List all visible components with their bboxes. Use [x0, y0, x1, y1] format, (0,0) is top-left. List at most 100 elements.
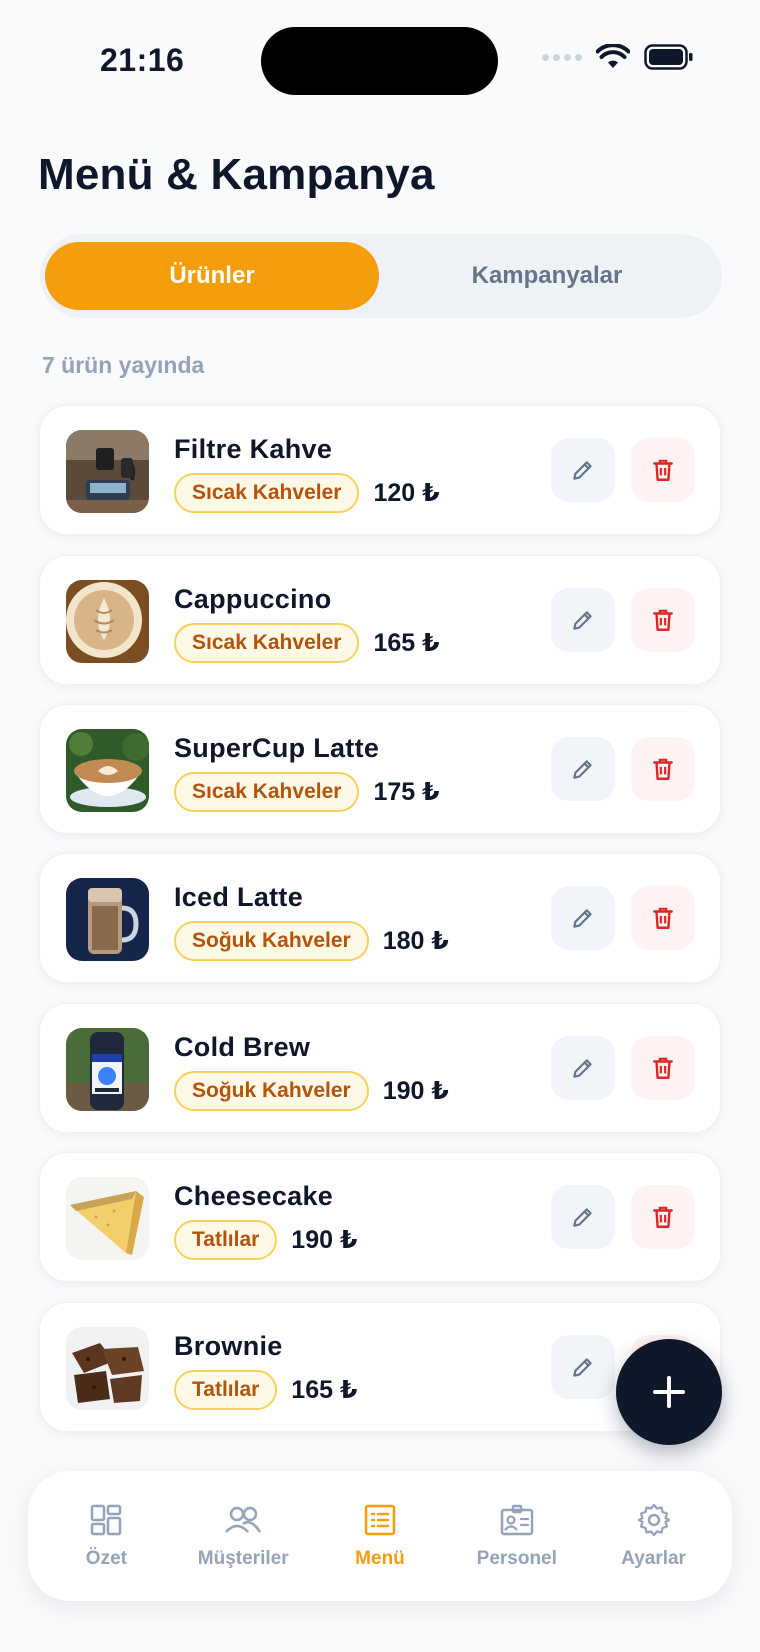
tab-label: Müşteriler [197, 1548, 289, 1569]
edit-button[interactable] [551, 1036, 615, 1100]
tab-products[interactable]: Ürünler [45, 242, 379, 310]
tab-overview[interactable]: Özet [41, 1502, 171, 1570]
delete-button[interactable] [631, 588, 695, 652]
pencil-icon [573, 909, 592, 928]
tab-menu[interactable]: Menü [315, 1502, 445, 1570]
iced-latte-photo-icon [66, 878, 149, 961]
category-badge: Soğuk Kahveler [174, 1071, 369, 1111]
product-card[interactable]: SuperCup Latte Sıcak Kahveler 175 ₺ [39, 704, 721, 834]
edit-button[interactable] [551, 1335, 615, 1399]
pencil-icon [573, 1208, 592, 1227]
trash-icon [653, 1057, 673, 1079]
dashboard-icon [91, 1504, 122, 1536]
cold-brew-photo-icon [66, 1028, 149, 1111]
trash-icon [653, 758, 673, 780]
product-card[interactable]: Iced Latte Soğuk Kahveler 180 ₺ [39, 853, 721, 983]
product-image [66, 729, 149, 812]
product-image [66, 1177, 149, 1260]
edit-button[interactable] [551, 1185, 615, 1249]
tab-staff[interactable]: Personel [452, 1502, 582, 1570]
category-badge: Soğuk Kahveler [174, 921, 369, 961]
status-icons [542, 44, 694, 70]
tab-settings[interactable]: Ayarlar [589, 1502, 719, 1570]
product-meta: Tatlılar 190 ₺ [174, 1220, 357, 1260]
add-product-button[interactable] [616, 1339, 722, 1445]
product-card[interactable]: Filtre Kahve Sıcak Kahveler 120 ₺ [39, 405, 721, 535]
pencil-icon [573, 760, 592, 779]
product-meta: Sıcak Kahveler 120 ₺ [174, 473, 440, 513]
category-badge: Sıcak Kahveler [174, 772, 360, 812]
pencil-icon [573, 611, 592, 630]
delete-button[interactable] [631, 1036, 695, 1100]
product-price: 165 ₺ [291, 1376, 358, 1404]
product-price: 190 ₺ [382, 1077, 449, 1105]
page-title: Menü & Kampanya [38, 150, 435, 199]
product-price: 175 ₺ [373, 778, 440, 806]
product-name: SuperCup Latte [174, 733, 380, 763]
users-icon [225, 1506, 262, 1533]
filter-coffee-photo-icon [66, 430, 149, 513]
product-meta: Sıcak Kahveler 165 ₺ [174, 623, 440, 663]
product-price: 120 ₺ [373, 479, 440, 507]
product-meta: Sıcak Kahveler 175 ₺ [174, 772, 440, 812]
product-price: 190 ₺ [291, 1226, 358, 1254]
menu-list-icon [364, 1504, 396, 1536]
product-meta: Tatlılar 165 ₺ [174, 1370, 357, 1410]
tab-campaigns[interactable]: Kampanyalar [380, 242, 714, 310]
delete-button[interactable] [631, 886, 695, 950]
tab-label: Ayarlar [621, 1548, 686, 1569]
trash-icon [653, 459, 673, 481]
pencil-icon [573, 461, 592, 480]
status-bar: 21:16 [0, 0, 760, 120]
tab-customers[interactable]: Müşteriler [178, 1502, 308, 1570]
product-name: Cold Brew [174, 1032, 311, 1062]
product-card[interactable]: Cold Brew Soğuk Kahveler 190 ₺ [39, 1003, 721, 1133]
bottom-tab-bar: Özet Müşteriler Menü Personel Ayarlar [28, 1471, 732, 1601]
pencil-icon [573, 1358, 592, 1377]
cappuccino-photo-icon [66, 580, 149, 663]
product-name: Iced Latte [174, 882, 304, 912]
edit-button[interactable] [551, 737, 615, 801]
category-badge: Tatlılar [174, 1370, 278, 1410]
category-badge: Sıcak Kahveler [174, 473, 360, 513]
tab-label: Menü [355, 1548, 405, 1569]
signal-icon [542, 53, 582, 61]
product-image [66, 1028, 149, 1111]
id-badge-icon [500, 1504, 534, 1536]
cheesecake-photo-icon [66, 1177, 149, 1260]
product-name: Cappuccino [174, 584, 332, 614]
category-badge: Sıcak Kahveler [174, 623, 360, 663]
product-meta: Soğuk Kahveler 180 ₺ [174, 921, 449, 961]
edit-button[interactable] [551, 588, 615, 652]
product-name: Brownie [174, 1331, 283, 1361]
category-badge: Tatlılar [174, 1220, 278, 1260]
brownie-photo-icon [66, 1327, 149, 1410]
tab-label: Personel [476, 1548, 557, 1569]
edit-button[interactable] [551, 886, 615, 950]
product-count: 7 ürün yayında [42, 352, 205, 378]
edit-button[interactable] [551, 438, 615, 502]
dynamic-island [261, 27, 498, 95]
delete-button[interactable] [631, 1185, 695, 1249]
pencil-icon [573, 1059, 592, 1078]
tab-label: Özet [85, 1548, 127, 1569]
product-card[interactable]: Cheesecake Tatlılar 190 ₺ [39, 1152, 721, 1282]
trash-icon [653, 1206, 673, 1228]
delete-button[interactable] [631, 737, 695, 801]
product-price: 180 ₺ [382, 927, 449, 955]
product-image [66, 580, 149, 663]
product-price: 165 ₺ [373, 629, 440, 657]
trash-icon [653, 907, 673, 929]
product-card[interactable]: Brownie Tatlılar 165 ₺ [39, 1302, 721, 1432]
product-name: Cheesecake [174, 1181, 334, 1211]
battery-icon [644, 44, 693, 70]
gear-icon [637, 1503, 670, 1537]
product-card[interactable]: Cappuccino Sıcak Kahveler 165 ₺ [39, 555, 721, 685]
product-image [66, 1327, 149, 1410]
latte-photo-icon [66, 729, 149, 812]
trash-icon [653, 609, 673, 631]
product-image [66, 878, 149, 961]
wifi-icon [596, 44, 630, 68]
delete-button[interactable] [631, 438, 695, 502]
segmented-control: Ürünler Kampanyalar [40, 234, 722, 318]
